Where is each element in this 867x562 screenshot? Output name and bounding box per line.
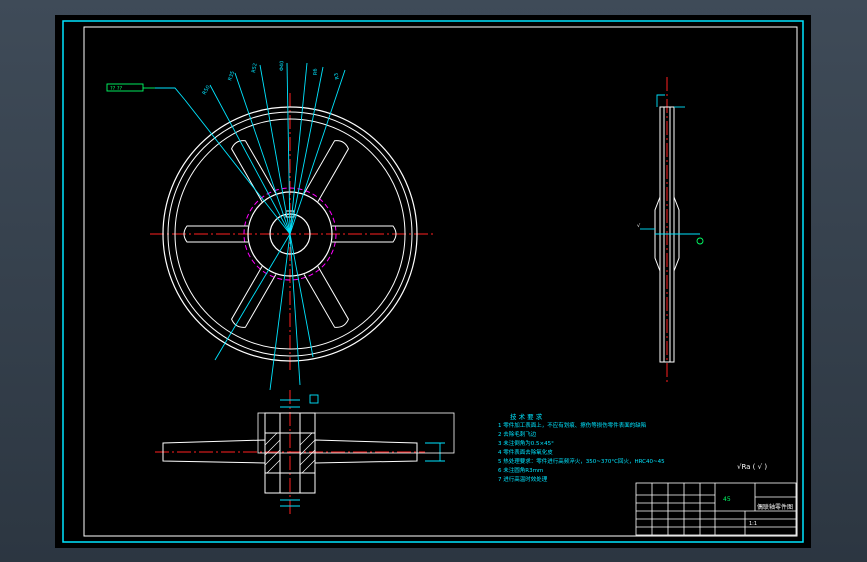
spoke-3 (231, 266, 277, 328)
inner-frame (83, 26, 798, 537)
datum-marker (696, 237, 704, 245)
svg-text:R52: R52 (251, 63, 259, 74)
cad-drawing: R50 R35 R52 Φ40 R6 R3 ?? ?? √ 技 术 要 求 1 … (62, 20, 804, 543)
note-line-4: 4 零件表面去除氧化皮 (498, 448, 553, 456)
spoke-6 (303, 140, 349, 202)
note-line-6: 6 未注圆角R3mm (498, 466, 543, 474)
note-line-1: 1 零件加工表面上，不应有划痕、擦伤等损伤零件表面的缺陷 (498, 421, 646, 429)
notes-title: 技 术 要 求 (510, 412, 543, 421)
note-line-7: 7 进行高温时效处理 (498, 475, 548, 483)
title-block-drawing-name: 偶联轴零件图 (757, 503, 793, 511)
section-view (155, 390, 455, 515)
title-block-material: 45 (723, 496, 731, 503)
note-line-2: 2 去除毛刺飞边 (498, 430, 537, 438)
leader-label: ?? ?? (110, 86, 123, 92)
spoke-1 (332, 225, 397, 243)
title-block-scale: 1:1 (749, 521, 757, 527)
front-view: R50 R35 R52 Φ40 R6 R3 ?? ?? (106, 61, 435, 391)
side-view: √ (637, 77, 704, 385)
note-line-5: 5 热处理要求：零件进行高频淬火，350~370°C回火，HRC40~45 (498, 457, 665, 465)
note-line-3: 3 未注倒角为0.5×45° (498, 439, 554, 447)
svg-text:√: √ (637, 223, 641, 229)
outer-frame (62, 20, 804, 543)
spoke-2 (303, 266, 349, 328)
surface-finish-symbol: √Ra ( √ ) (737, 463, 767, 471)
svg-text:R3: R3 (333, 72, 341, 80)
technical-notes: 技 术 要 求 1 零件加工表面上，不应有划痕、擦伤等损伤零件表面的缺陷 2 去… (498, 412, 665, 483)
dimension-leaders (155, 62, 346, 391)
dimension-tick-labels: R50 R35 R52 Φ40 R6 R3 (202, 61, 341, 96)
svg-text:R35: R35 (227, 70, 236, 81)
svg-text:Φ40: Φ40 (279, 61, 285, 72)
spoke-5 (231, 140, 277, 202)
drawing-sheet: R50 R35 R52 Φ40 R6 R3 ?? ?? √ 技 术 要 求 1 … (55, 15, 811, 548)
svg-text:R6: R6 (312, 68, 319, 75)
